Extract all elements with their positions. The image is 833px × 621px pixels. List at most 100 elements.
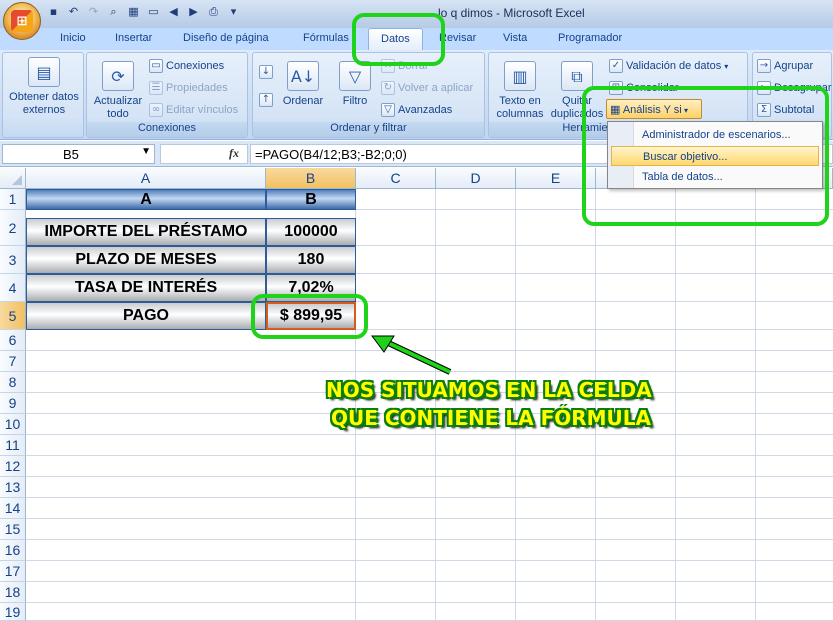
row-header-6[interactable]: 6 — [0, 330, 26, 351]
editar-label: Editar vínculos — [166, 104, 239, 116]
borrar-label: Borrar — [398, 60, 429, 72]
row-header-12[interactable]: 12 — [0, 456, 26, 477]
tab-inicio[interactable]: Inicio — [60, 32, 86, 44]
actualizar-label-1: Actualizar — [93, 95, 143, 107]
row-header-4[interactable]: 4 — [0, 274, 26, 302]
subtotal-button[interactable]: Σ Subtotal — [757, 103, 814, 117]
obtener-datos-button[interactable]: ▤ Obtener datos externos — [5, 57, 83, 117]
form-icon[interactable]: ▦ — [126, 4, 141, 19]
analisis-y-si-button[interactable]: ▦ Análisis Y si ▾ — [606, 99, 702, 119]
propiedades-button[interactable]: ☰ Propiedades — [149, 81, 228, 95]
editar-vinculos-button[interactable]: ∞ Editar vínculos — [149, 103, 238, 117]
filtro-button[interactable]: ▽ Filtro — [333, 61, 377, 108]
clear-icon: ✕ — [381, 59, 395, 73]
row-header-8[interactable]: 8 — [0, 372, 26, 393]
actualizar-button[interactable]: ⟳ Actualizar todo — [89, 61, 147, 121]
cell-a2[interactable]: IMPORTE DEL PRÉSTAMO — [26, 218, 266, 246]
chevron-down-icon[interactable]: ▼ — [141, 146, 151, 157]
column-gridline — [515, 189, 516, 621]
name-box[interactable]: B5 ▼ — [2, 144, 155, 164]
menu-item-administrador[interactable]: Administrador de escenarios... — [611, 125, 819, 145]
select-all-corner[interactable] — [0, 168, 26, 189]
row-header-14[interactable]: 14 — [0, 498, 26, 519]
fx-icon[interactable]: fx — [229, 146, 239, 161]
validacion-button[interactable]: ✓ Validación de datos ▾ — [609, 59, 728, 73]
row-header-9[interactable]: 9 — [0, 393, 26, 414]
forward-icon[interactable]: ▶ — [186, 4, 201, 19]
sort-icon: A↓ — [287, 61, 319, 91]
customize-icon[interactable]: ▾ — [226, 4, 241, 19]
row-header-17[interactable]: 17 — [0, 561, 26, 582]
row-header-15[interactable]: 15 — [0, 519, 26, 540]
print-icon[interactable]: ⎙ — [206, 4, 221, 19]
open-icon[interactable]: ▭ — [146, 4, 161, 19]
desagrupar-button[interactable]: ← Desagrupar — [757, 81, 831, 95]
cell-b5[interactable]: $ 899,95 — [266, 302, 356, 330]
tab-insertar[interactable]: Insertar — [115, 32, 152, 44]
column-header-b[interactable]: B — [266, 168, 356, 189]
cell-b4[interactable]: 7,02% — [266, 274, 356, 302]
texto-columnas-button[interactable]: ▥ Texto en columnas — [493, 61, 547, 121]
print-preview-icon[interactable]: ⌕ — [106, 4, 121, 19]
tab-diseno[interactable]: Diseño de página — [183, 32, 269, 44]
database-icon: ▤ — [28, 57, 60, 87]
row-header-11[interactable]: 11 — [0, 435, 26, 456]
row-header-19[interactable]: 19 — [0, 603, 26, 621]
row-header-3[interactable]: 3 — [0, 246, 26, 274]
quitar-label-2: duplicados — [550, 108, 604, 120]
row-header-5[interactable]: 5 — [0, 302, 26, 330]
cell-a1[interactable]: A — [26, 189, 266, 210]
save-icon[interactable]: ▪ — [46, 4, 61, 19]
cell-a3[interactable]: PLAZO DE MESES — [26, 246, 266, 274]
tab-programador[interactable]: Programador — [558, 32, 622, 44]
cell-b1[interactable]: B — [266, 189, 356, 210]
redo-icon[interactable]: ↷ — [86, 4, 101, 19]
cell-a5[interactable]: PAGO — [26, 302, 266, 330]
back-icon[interactable]: ◀ — [166, 4, 181, 19]
consolidar-button[interactable]: ⊞ Consolidar — [609, 81, 679, 95]
row-gridline — [26, 602, 833, 603]
row-header-18[interactable]: 18 — [0, 582, 26, 603]
agrupar-button[interactable]: → Agrupar — [757, 59, 813, 73]
link-icon: ∞ — [149, 103, 163, 117]
sort-az-button[interactable]: ↓ — [259, 65, 273, 79]
row-header-2[interactable]: 2 — [0, 210, 26, 246]
quitar-duplicados-button[interactable]: ⧉ Quitar duplicados — [549, 61, 605, 121]
row-header-13[interactable]: 13 — [0, 477, 26, 498]
column-header-a[interactable]: A — [26, 168, 266, 189]
name-box-value: B5 — [63, 147, 79, 162]
row-header-7[interactable]: 7 — [0, 351, 26, 372]
row-header-1[interactable]: 1 — [0, 189, 26, 210]
reapply-icon: ↻ — [381, 81, 395, 95]
row-header-10[interactable]: 10 — [0, 414, 26, 435]
cell-b3[interactable]: 180 — [266, 246, 356, 274]
undo-icon[interactable]: ↶ — [66, 4, 81, 19]
column-header-d[interactable]: D — [436, 168, 516, 189]
menu-item-tabla-datos[interactable]: Tabla de datos... — [611, 167, 819, 187]
column-header-e[interactable]: E — [516, 168, 596, 189]
borrar-button[interactable]: ✕ Borrar — [381, 59, 429, 73]
ordenar-group-label: Ordenar y filtrar — [253, 122, 484, 137]
tab-datos[interactable]: Datos — [368, 28, 423, 50]
agrupar-label: Agrupar — [774, 60, 814, 72]
tab-formulas[interactable]: Fórmulas — [303, 32, 349, 44]
group-icon: → — [757, 59, 771, 73]
sort-za-icon: ↑ — [259, 93, 273, 107]
volver-aplicar-button[interactable]: ↻ Volver a aplicar — [381, 81, 473, 95]
ordenar-button[interactable]: A↓ Ordenar — [281, 61, 325, 108]
office-button[interactable]: ⊞ — [3, 2, 41, 40]
conexiones-button[interactable]: ▭ Conexiones — [149, 59, 224, 73]
ribbon-tabs: Inicio Insertar Diseño de página Fórmula… — [0, 28, 833, 50]
row-header-16[interactable]: 16 — [0, 540, 26, 561]
sort-za-button[interactable]: ↑ — [259, 93, 273, 107]
cell-b2[interactable]: 100000 — [266, 218, 356, 246]
tab-vista[interactable]: Vista — [503, 32, 527, 44]
avanzadas-button[interactable]: ▽ Avanzadas — [381, 103, 452, 117]
conexiones-group-label: Conexiones — [87, 122, 247, 137]
group-conexiones: ⟳ Actualizar todo ▭ Conexiones ☰ Propiedad… — [86, 52, 248, 138]
tab-revisar[interactable]: Revisar — [439, 32, 476, 44]
menu-item-buscar-objetivo[interactable]: Buscar objetivo... — [611, 146, 819, 166]
row-gridline — [26, 497, 833, 498]
column-header-c[interactable]: C — [356, 168, 436, 189]
cell-a4[interactable]: TASA DE INTERÉS — [26, 274, 266, 302]
